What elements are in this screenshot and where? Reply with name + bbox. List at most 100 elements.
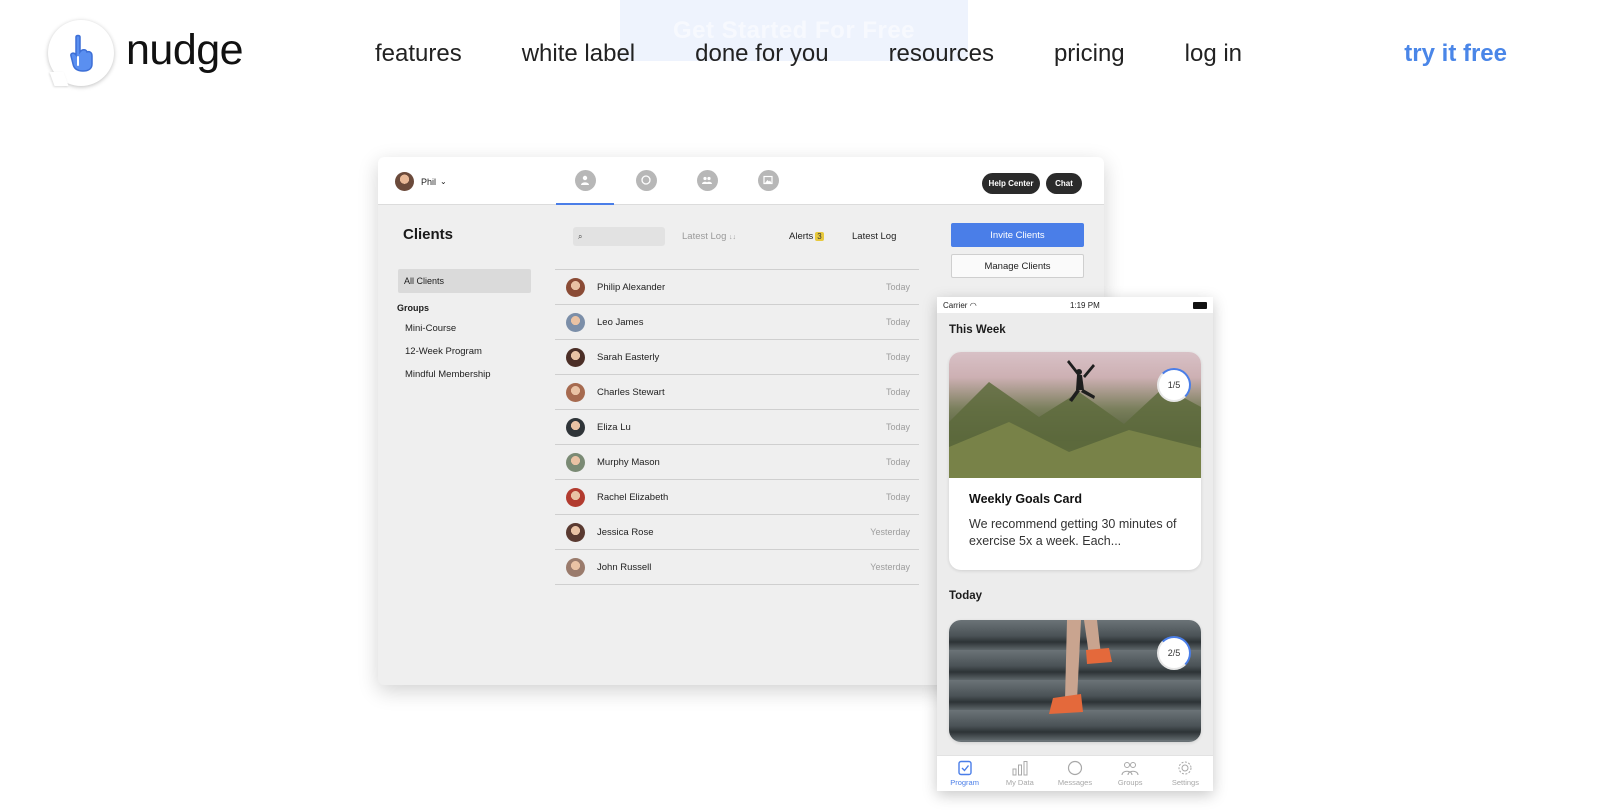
nav-resources[interactable]: resources	[889, 40, 994, 68]
phone-tab-program[interactable]: Program	[937, 756, 992, 791]
weekly-goals-card[interactable]: 1/5 Weekly Goals Card We recommend getti…	[949, 352, 1201, 570]
phone-status-bar: Carrier ◠ 1:19 PM	[937, 297, 1213, 313]
table-row[interactable]: John Russell Yesterday	[555, 550, 919, 585]
image-icon	[757, 169, 779, 191]
client-name: Leo James	[597, 316, 644, 328]
tab-label: Messages	[1057, 778, 1093, 787]
client-name: Jessica Rose	[597, 526, 654, 538]
phone-tab-settings[interactable]: Settings	[1158, 756, 1213, 791]
latest-log-column-header[interactable]: Latest Log	[852, 231, 896, 242]
nudge-logo[interactable]: nudge	[48, 20, 244, 86]
table-row[interactable]: Charles Stewart Today	[555, 375, 919, 410]
avatar	[566, 347, 585, 367]
latest-log-value: Yesterday	[870, 527, 910, 537]
alerts-column-header[interactable]: Alerts 3	[789, 231, 824, 242]
clients-heading: Clients	[403, 226, 454, 243]
table-row[interactable]: Sarah Easterly Today	[555, 340, 919, 375]
client-list: Philip Alexander Today Leo James Today Sarah…	[555, 269, 919, 585]
client-name: Charles Stewart	[597, 386, 665, 398]
gear-icon	[1178, 761, 1192, 775]
avatar	[566, 557, 585, 577]
search-icon: ⌕	[578, 231, 583, 241]
today-card[interactable]: 2/5	[949, 620, 1201, 742]
latest-log-value: Yesterday	[870, 562, 910, 572]
nav-done-for-you[interactable]: done for you	[695, 40, 828, 68]
latest-log-value: Today	[885, 492, 910, 502]
sidebar-item-12-week-program[interactable]: 12-Week Program	[405, 346, 482, 357]
nav-pricing[interactable]: pricing	[1054, 40, 1125, 68]
nav-features[interactable]: features	[375, 40, 462, 68]
client-name: Eliza Lu	[597, 421, 631, 433]
tab-label: Program	[950, 778, 979, 787]
group-icon	[1121, 762, 1139, 776]
card-progress-ring: 1/5	[1157, 368, 1191, 402]
avatar	[395, 172, 414, 191]
person-icon	[574, 169, 596, 191]
sort-label: Latest Log	[682, 231, 727, 242]
chat-bubble-icon	[1067, 760, 1083, 776]
client-search-input[interactable]: ⌕	[573, 227, 665, 246]
avatar	[566, 522, 585, 542]
phone-tab-groups[interactable]: Groups	[1103, 756, 1158, 791]
latest-log-value: Today	[885, 282, 910, 292]
phone-tab-bar: Program My Data Messages Groups Settings	[937, 755, 1213, 791]
chat-button[interactable]: Chat	[1046, 173, 1082, 194]
card-description: We recommend getting 30 minutes of exerc…	[969, 517, 1177, 548]
today-heading: Today	[949, 590, 983, 602]
table-row[interactable]: Jessica Rose Yesterday	[555, 515, 919, 550]
status-time: 1:19 PM	[1069, 300, 1100, 310]
nav-white-label[interactable]: white label	[522, 40, 635, 68]
chevron-down-icon: ⌄	[440, 177, 447, 186]
manage-clients-button[interactable]: Manage Clients	[951, 254, 1084, 278]
latest-log-value: Today	[885, 317, 910, 327]
help-center-button[interactable]: Help Center	[982, 173, 1040, 194]
sidebar-item-all-clients[interactable]: All Clients	[398, 269, 531, 293]
chat-bubble-icon	[635, 169, 657, 191]
sort-latest-log[interactable]: Latest Log ↓↓	[682, 231, 736, 242]
table-row[interactable]: Murphy Mason Today	[555, 445, 919, 480]
latest-log-value: Today	[885, 457, 910, 467]
table-row[interactable]: Eliza Lu Today	[555, 410, 919, 445]
table-row[interactable]: Philip Alexander Today	[555, 270, 919, 305]
table-row[interactable]: Leo James Today	[555, 305, 919, 340]
client-name: Sarah Easterly	[597, 351, 660, 363]
latest-log-value: Today	[885, 422, 910, 432]
stairs-running-photo: 2/5	[949, 620, 1201, 742]
invite-clients-button[interactable]: Invite Clients	[951, 223, 1084, 247]
brand-name: nudge	[126, 25, 244, 74]
phone-tab-my-data[interactable]: My Data	[992, 756, 1047, 791]
tab-label: My Data	[1005, 778, 1034, 787]
user-menu[interactable]: Phil ⌄	[395, 172, 447, 191]
avatar	[566, 452, 585, 472]
tab-messages[interactable]	[617, 157, 675, 203]
mountain-jump-photo: 1/5	[949, 352, 1201, 478]
alerts-count-badge: 3	[815, 232, 824, 241]
avatar	[566, 417, 585, 437]
avatar	[566, 487, 585, 507]
tab-label: Settings	[1171, 778, 1199, 787]
client-name: John Russell	[597, 561, 652, 573]
phone-mockup: Carrier ◠ 1:19 PM This Week 1/5 Weekly G…	[937, 297, 1213, 791]
this-week-heading: This Week	[949, 324, 1006, 336]
carrier-label: Carrier ◠	[943, 300, 977, 310]
card-progress-ring: 2/5	[1157, 636, 1191, 670]
bar-chart-icon	[1012, 761, 1028, 776]
tab-media[interactable]	[739, 157, 797, 203]
wifi-icon: ◠	[969, 300, 977, 310]
table-row[interactable]: Rachel Elizabeth Today	[555, 480, 919, 515]
nav-log-in[interactable]: log in	[1185, 40, 1242, 68]
sort-icon: ↓↓	[729, 234, 737, 241]
app-topbar: Phil ⌄ Help Center Chat	[378, 157, 1104, 205]
tab-label: Groups	[1117, 778, 1143, 787]
tab-clients[interactable]	[556, 157, 614, 205]
tab-groups[interactable]	[678, 157, 736, 203]
clipboard-check-icon	[957, 760, 972, 776]
try-it-free-link[interactable]: try it free	[1404, 40, 1507, 68]
main-nav: features white label done for you resour…	[375, 40, 1302, 68]
sidebar-item-mini-course[interactable]: Mini-Course	[405, 323, 456, 334]
hand-pointer-icon	[48, 20, 114, 86]
phone-tab-messages[interactable]: Messages	[1047, 756, 1102, 791]
app-tabs	[556, 157, 800, 205]
sidebar-item-mindful-membership[interactable]: Mindful Membership	[405, 369, 491, 380]
avatar	[566, 312, 585, 332]
